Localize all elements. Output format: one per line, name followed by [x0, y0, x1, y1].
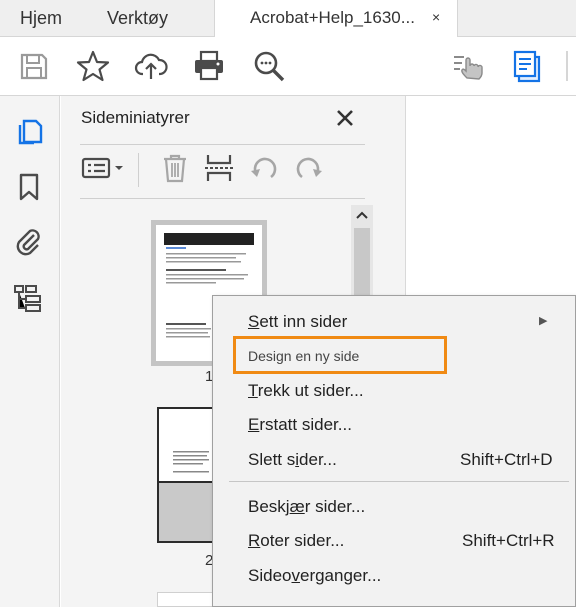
menu-item-label: Trekk ut sider...	[248, 381, 364, 400]
menu-item-shortcut: Shift+Ctrl+R	[462, 531, 555, 550]
tab-document-label: Acrobat+Help_1630...	[250, 8, 415, 27]
menu-item-insert-pages[interactable]: Sett inn sider ▶	[213, 305, 576, 339]
tab-home[interactable]: Hjem	[20, 0, 62, 37]
submenu-arrow-icon: ▶	[539, 315, 548, 327]
trash-icon[interactable]	[158, 151, 192, 185]
panel-title: Sideminiatyrer	[81, 108, 190, 127]
menu-item-label: Sideoverganger...	[248, 566, 382, 585]
navigation-rail	[0, 96, 60, 607]
layers-structure-icon[interactable]	[12, 282, 46, 316]
page-thumbnail[interactable]	[157, 592, 217, 607]
menu-item-label: Roter sider...	[248, 531, 345, 550]
menu-item-replace-pages[interactable]: Erstatt sider...	[213, 408, 576, 442]
tab-tools[interactable]: Verktøy	[107, 0, 168, 37]
close-icon[interactable]	[331, 104, 359, 132]
menu-item-label: Slett sider...	[248, 450, 337, 469]
zoom-search-icon[interactable]	[251, 48, 287, 84]
save-icon[interactable]	[16, 48, 52, 84]
menu-item-label: Design en ny side	[248, 348, 360, 364]
tab-bar: Hjem Verktøy Acrobat+Help_1630... ×	[0, 0, 576, 38]
toolbar	[0, 37, 576, 96]
page-thumbnails-icon[interactable]	[12, 113, 46, 147]
rotate-left-icon[interactable]	[247, 151, 281, 185]
page-tools-icon[interactable]	[510, 48, 546, 84]
divider	[138, 153, 139, 187]
menu-item-shortcut: Shift+Ctrl+D	[460, 450, 553, 469]
page-thumbnail[interactable]	[157, 407, 217, 543]
toolbar-divider	[566, 51, 568, 81]
star-icon[interactable]	[75, 48, 111, 84]
menu-item-design-new-page[interactable]: Design en ny side	[213, 339, 576, 373]
divider	[80, 144, 365, 145]
menu-item-extract-pages[interactable]: Trekk ut sider...	[213, 374, 576, 408]
close-icon[interactable]: ×	[432, 0, 440, 34]
menu-item-label: Sett inn sider	[248, 312, 348, 331]
menu-item-page-transitions[interactable]: Sideoverganger...	[213, 559, 576, 593]
print-icon[interactable]	[191, 48, 227, 84]
menu-item-label: Erstatt sider...	[248, 415, 352, 434]
options-menu-icon[interactable]	[80, 151, 128, 185]
divider	[80, 198, 365, 199]
menu-item-label: Beskjær sider...	[248, 497, 366, 516]
attachment-icon[interactable]	[12, 225, 46, 259]
context-menu: Sett inn sider ▶ Design en ny side Trekk…	[212, 295, 576, 607]
chevron-up-icon[interactable]	[351, 205, 373, 225]
hand-pointer-icon[interactable]	[450, 48, 486, 84]
menu-divider	[229, 481, 569, 482]
rotate-right-icon[interactable]	[292, 151, 326, 185]
menu-item-delete-pages[interactable]: Slett sider... Shift+Ctrl+D	[213, 443, 576, 477]
menu-item-rotate-pages[interactable]: Roter sider... Shift+Ctrl+R	[213, 524, 576, 558]
bookmark-icon[interactable]	[12, 170, 46, 204]
cloud-upload-icon[interactable]	[133, 48, 169, 84]
menu-item-crop-pages[interactable]: Beskjær sider...	[213, 490, 576, 524]
insert-page-icon[interactable]	[202, 151, 236, 185]
tab-document[interactable]: Acrobat+Help_1630... ×	[214, 0, 458, 38]
